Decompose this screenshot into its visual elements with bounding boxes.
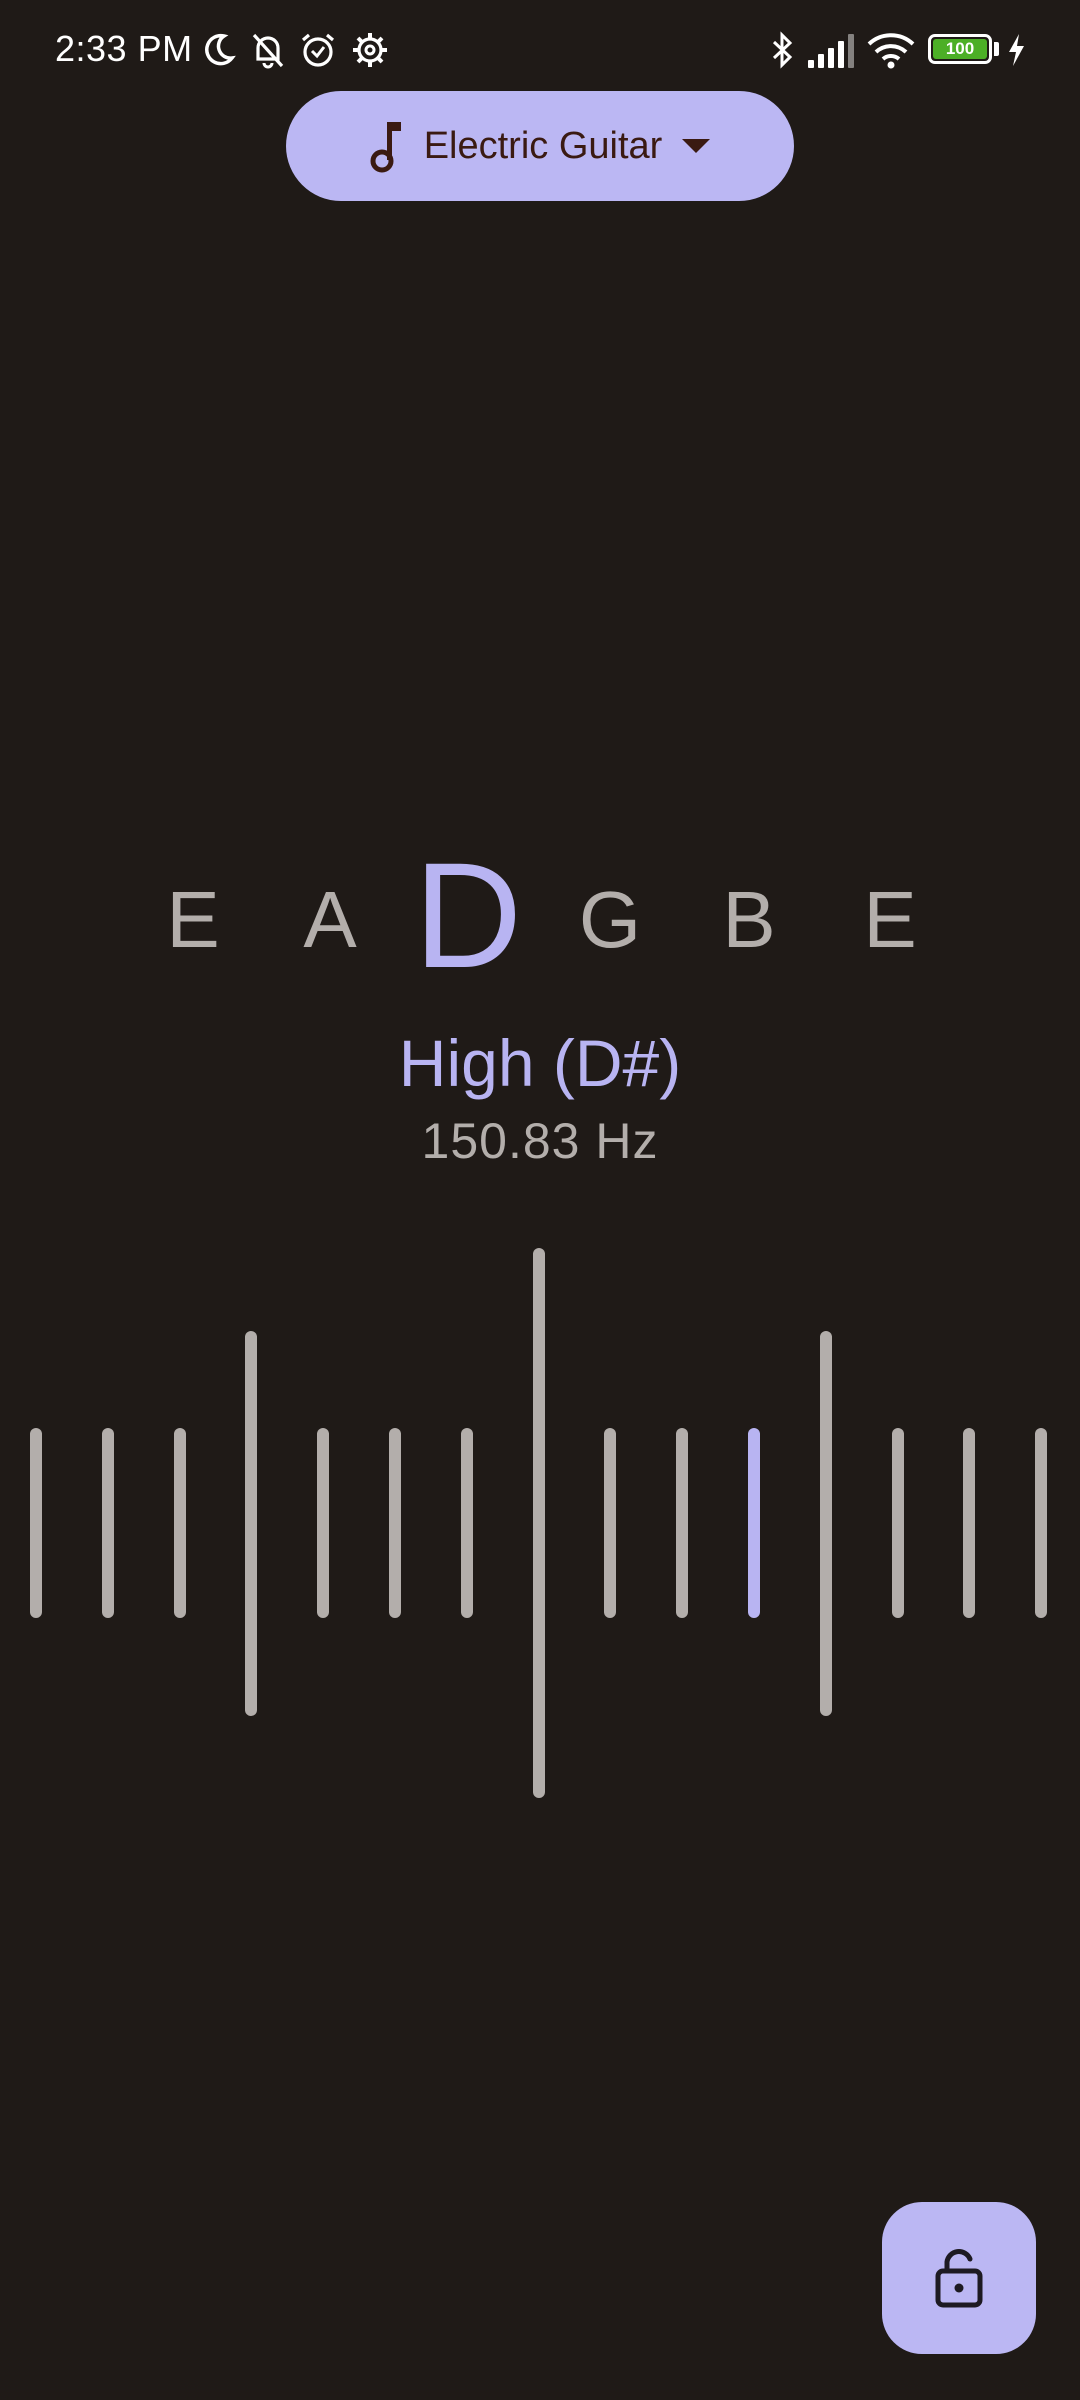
string-note-g[interactable]: G <box>550 880 670 960</box>
alarm-icon <box>301 33 335 67</box>
bluetooth-icon <box>772 31 793 69</box>
tuning-meter <box>0 1240 1080 1810</box>
battery-level: 100 <box>933 39 987 59</box>
moon-icon <box>205 33 236 66</box>
unlock-icon <box>935 2249 983 2308</box>
string-note-b[interactable]: B <box>689 880 809 960</box>
meter-tick <box>389 1428 401 1618</box>
battery-icon: 100 <box>928 34 992 64</box>
meter-tick <box>30 1428 42 1618</box>
string-note-d[interactable]: D <box>408 840 528 990</box>
tuning-status: High (D#) <box>398 1026 682 1100</box>
dropdown-arrow-icon <box>682 139 711 153</box>
meter-tick <box>245 1330 258 1716</box>
bell-off-icon <box>252 33 284 69</box>
music-note-icon <box>370 122 401 173</box>
status-bar: 2:33 PM 100 <box>0 0 1080 100</box>
meter-center-tick <box>532 1248 545 1798</box>
wifi-icon <box>867 33 915 69</box>
charging-bolt-icon <box>1009 34 1024 66</box>
meter-tick <box>604 1428 617 1618</box>
meter-tick <box>317 1428 330 1618</box>
string-note-a[interactable]: A <box>270 880 390 960</box>
instrument-selector[interactable]: Electric Guitar <box>286 91 794 201</box>
frequency-readout: 150.83 Hz <box>421 1113 659 1169</box>
meter-tick <box>819 1330 832 1716</box>
meter-tick <box>1035 1428 1048 1618</box>
meter-tick <box>173 1428 186 1618</box>
lock-button[interactable] <box>882 2202 1036 2354</box>
meter-tick <box>460 1428 473 1618</box>
settings-gear-icon <box>353 33 387 67</box>
meter-tick <box>101 1428 114 1618</box>
string-note-e-high[interactable]: E <box>830 880 950 960</box>
meter-tick <box>891 1428 904 1618</box>
battery-tip <box>994 42 999 56</box>
meter-indicator-tick <box>748 1428 760 1618</box>
string-note-e-low[interactable]: E <box>133 880 253 960</box>
meter-tick <box>963 1428 976 1618</box>
tuner-screen: 2:33 PM 100 Electric Guitar E A D G B E … <box>0 0 1080 2400</box>
signal-icon <box>808 34 854 68</box>
meter-tick <box>676 1428 689 1618</box>
instrument-label: Electric Guitar <box>423 124 663 167</box>
status-time: 2:33 PM <box>55 28 193 69</box>
